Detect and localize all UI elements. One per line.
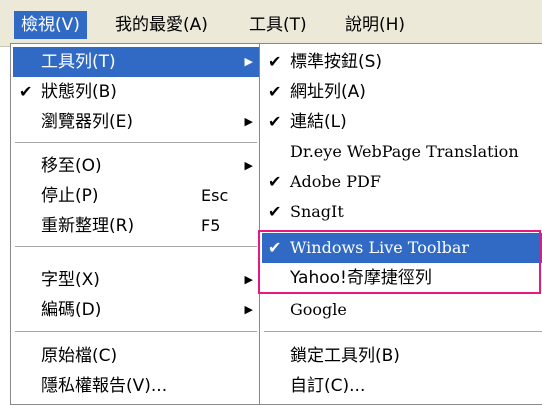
menu-item-customize[interactable]: 自訂(C)... (262, 371, 542, 401)
menu-item-label: Dr.eye WebPage Translation (290, 142, 519, 161)
check-icon: ✔ (268, 172, 282, 191)
check-icon: ✔ (268, 238, 282, 257)
menu-item-label: 編碼(D) (41, 300, 102, 320)
menu-separator (15, 142, 257, 143)
menu-item-label: 標準按鈕(S) (290, 52, 383, 72)
check-icon: ✔ (19, 82, 33, 101)
menu-item-snagit[interactable]: ✔ SnagIt (262, 197, 542, 227)
menubar-tools[interactable]: 工具(T) (242, 11, 314, 39)
menu-item-label: SnagIt (290, 202, 344, 221)
menu-item-label: Google (290, 300, 347, 319)
menu-separator (15, 246, 257, 247)
menu-item-label: Windows Live Toolbar (290, 238, 470, 257)
submenu-arrow-icon: ▶ (244, 55, 253, 68)
submenu-arrow-icon: ▶ (244, 273, 253, 286)
menu-item-label: 自訂(C)... (290, 376, 366, 396)
menu-item-label: 原始檔(C) (41, 346, 118, 366)
menu-item-adobe-pdf[interactable]: ✔ Adobe PDF (262, 167, 542, 197)
menu-item-address-bar[interactable]: ✔ 網址列(A) (262, 77, 542, 107)
menu-item-shortcut: F5 (201, 216, 221, 235)
menu-item-label: 重新整理(R) (41, 216, 135, 236)
menu-item-label: 瀏覽器列(E) (41, 112, 134, 132)
menu-item-label: 停止(P) (41, 186, 99, 206)
menubar-help[interactable]: 說明(H) (338, 11, 412, 39)
menu-item-label: 字型(X) (41, 270, 100, 290)
menu-item-label: Adobe PDF (290, 172, 381, 191)
menu-bar: 檢視(V) 我的最愛(A) 工具(T) 說明(H) (0, 0, 542, 47)
menu-item-label: 鎖定工具列(B) (290, 346, 400, 366)
menu-item-shortcut: Esc (201, 186, 229, 205)
menu-item-encoding[interactable]: 編碼(D) ▶ (13, 295, 259, 325)
menu-item-label: 工具列(T) (41, 52, 116, 72)
menu-item-windows-live-toolbar[interactable]: ✔ Windows Live Toolbar (262, 233, 542, 263)
menubar-view[interactable]: 檢視(V) (14, 11, 87, 39)
menu-item-go-to[interactable]: 移至(O) ▶ (13, 151, 259, 181)
menu-separator (15, 331, 257, 332)
menu-item-label: 狀態列(B) (41, 82, 117, 102)
menu-item-label: 連結(L) (290, 112, 347, 132)
menu-item-refresh[interactable]: 重新整理(R) F5 (13, 211, 259, 241)
check-icon: ✔ (268, 202, 282, 221)
menu-item-toolbars[interactable]: 工具列(T) ▶ (13, 47, 259, 77)
menu-item-label: Yahoo!奇摩捷徑列 (290, 268, 432, 288)
check-icon: ✔ (268, 112, 282, 131)
menu-item-status-bar[interactable]: ✔ 狀態列(B) (13, 77, 259, 107)
menu-item-google[interactable]: Google (262, 295, 542, 325)
menu-item-dreye-translation[interactable]: Dr.eye WebPage Translation (262, 137, 542, 167)
menu-item-label: 移至(O) (41, 156, 102, 176)
submenu-arrow-icon: ▶ (244, 303, 253, 316)
menubar-favorites[interactable]: 我的最愛(A) (108, 11, 215, 39)
menu-item-label: 網址列(A) (290, 82, 366, 102)
menu-item-yahoo-shortcut-bar[interactable]: Yahoo!奇摩捷徑列 (262, 263, 542, 293)
menu-item-explorer-bar[interactable]: 瀏覽器列(E) ▶ (13, 107, 259, 137)
toolbars-submenu: ✔ 標準按鈕(S) ✔ 網址列(A) ✔ 連結(L) Dr.eye WebPag… (259, 43, 542, 405)
menu-item-privacy-report[interactable]: 隱私權報告(V)... (13, 371, 259, 401)
check-icon: ✔ (268, 82, 282, 101)
menu-item-standard-buttons[interactable]: ✔ 標準按鈕(S) (262, 47, 542, 77)
menu-item-text-size[interactable]: 字型(X) ▶ (13, 265, 259, 295)
menu-item-source[interactable]: 原始檔(C) (13, 341, 259, 371)
submenu-arrow-icon: ▶ (244, 159, 253, 172)
submenu-arrow-icon: ▶ (244, 115, 253, 128)
menu-item-lock-toolbars[interactable]: 鎖定工具列(B) (262, 341, 542, 371)
menu-item-stop[interactable]: 停止(P) Esc (13, 181, 259, 211)
view-menu: 工具列(T) ▶ ✔ 狀態列(B) 瀏覽器列(E) ▶ 移至(O) ▶ 停止(P… (10, 43, 262, 405)
menu-item-label: 隱私權報告(V)... (41, 376, 168, 396)
check-icon: ✔ (268, 52, 282, 71)
menu-separator (264, 331, 542, 332)
menu-item-links[interactable]: ✔ 連結(L) (262, 107, 542, 137)
